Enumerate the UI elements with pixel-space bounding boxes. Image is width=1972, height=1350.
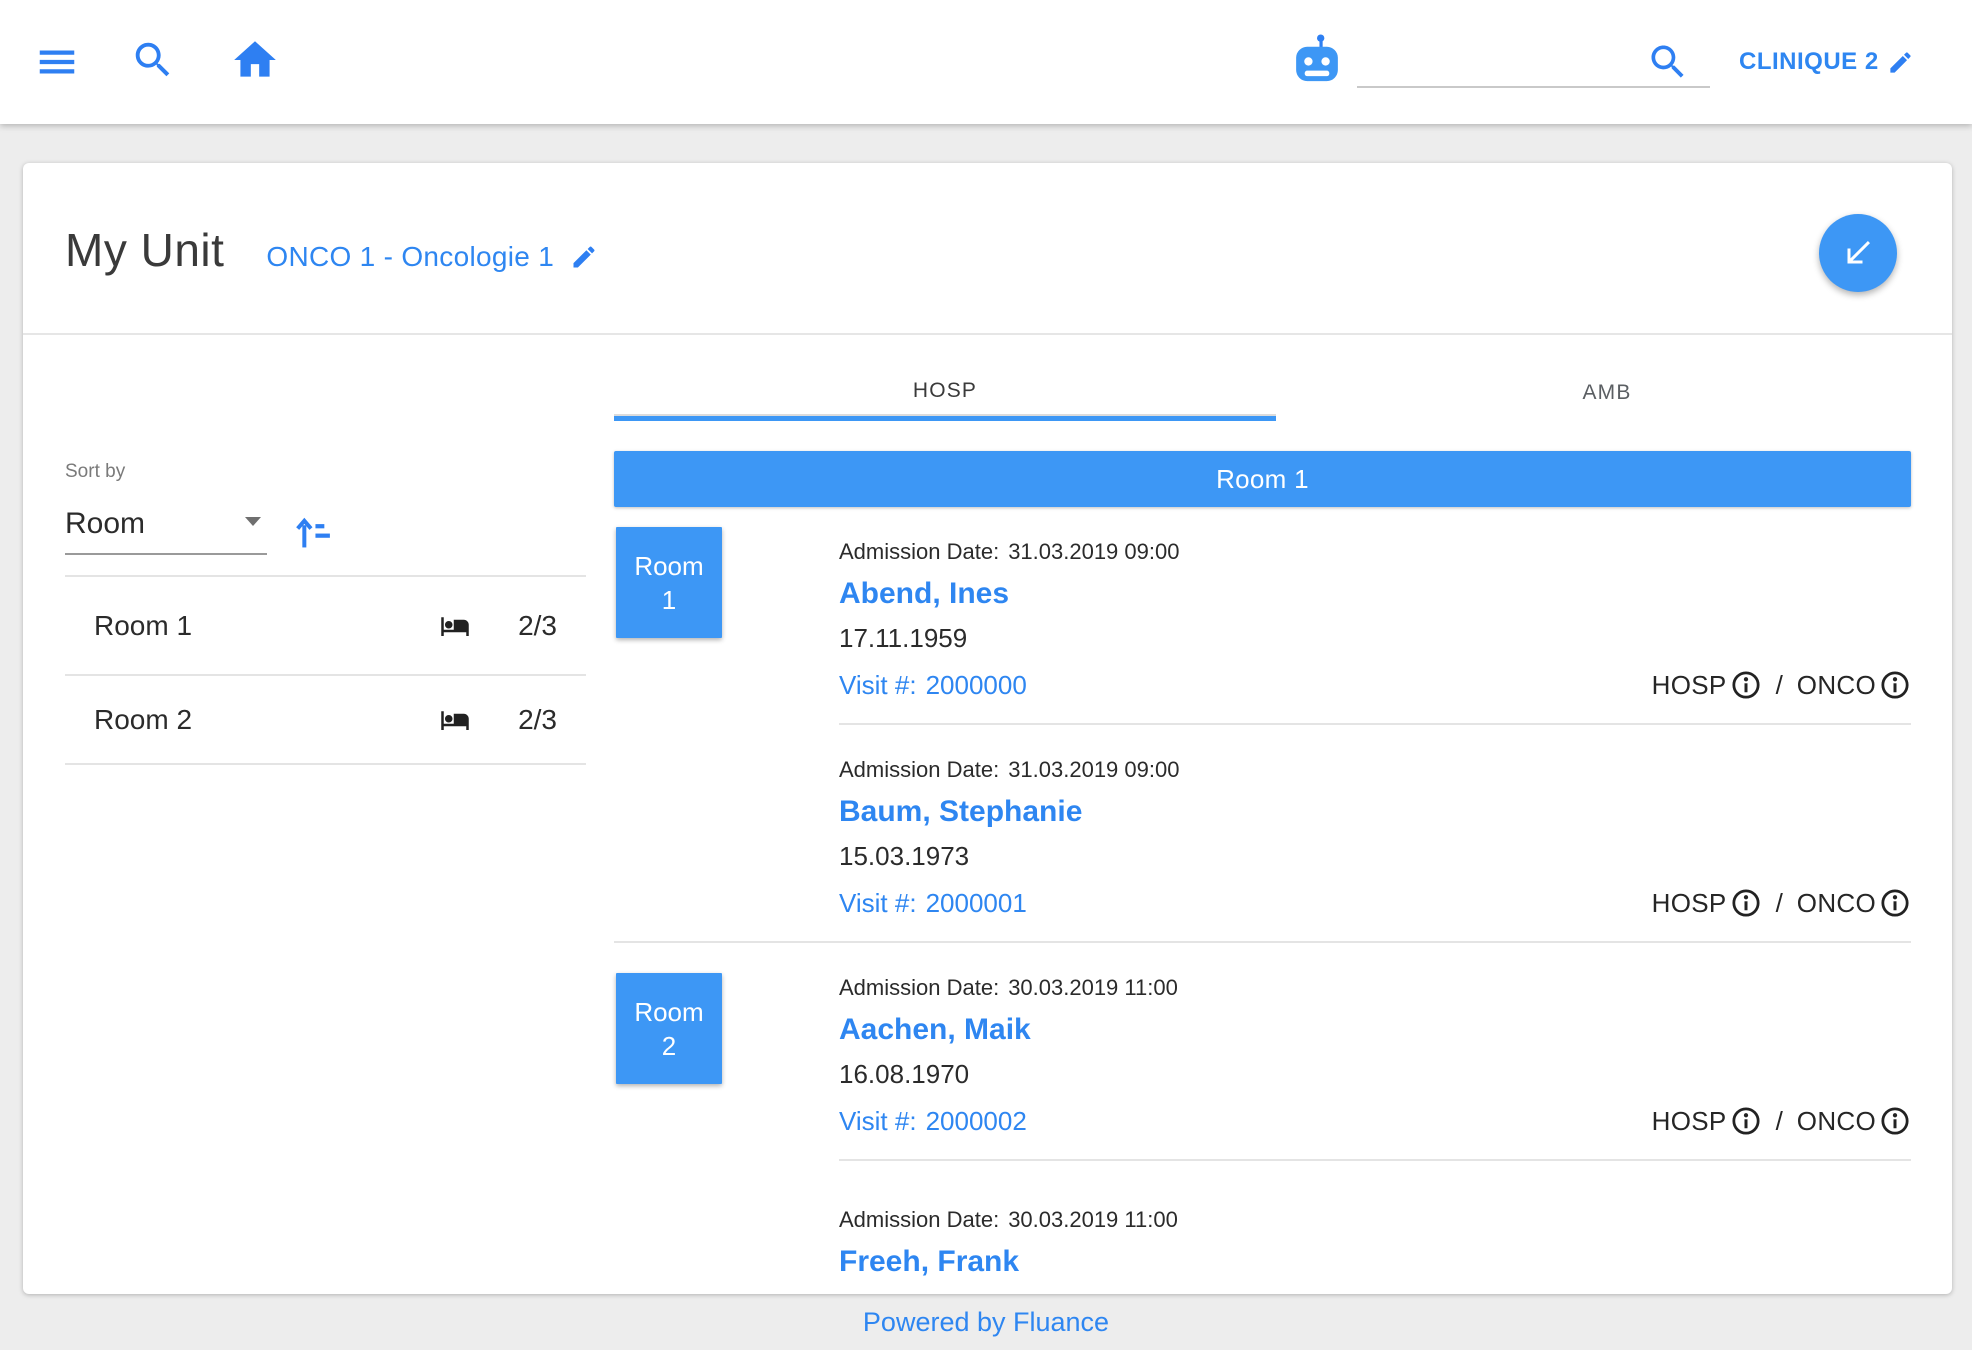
- hamburger-menu-icon[interactable]: [34, 39, 80, 85]
- home-icon[interactable]: [230, 35, 280, 85]
- patient-name-link[interactable]: Baum, Stephanie: [839, 797, 1911, 827]
- room-occupancy: 2/3: [511, 610, 557, 642]
- room-list-item-room-2[interactable]: Room 2 2/3: [65, 674, 586, 765]
- unit-label: ONCO 1 - Oncologie 1: [266, 241, 554, 273]
- search-icon[interactable]: [130, 37, 176, 83]
- room-group-header-label: Room 1: [1216, 464, 1309, 495]
- visit-label: Visit #:: [839, 888, 917, 918]
- visit-label: Visit #:: [839, 1106, 917, 1136]
- sort-ascending-button[interactable]: [291, 513, 331, 553]
- sort-field-select[interactable]: Room: [65, 507, 267, 555]
- collapse-fab-button[interactable]: [1819, 214, 1897, 292]
- patient-entry: Admission Date: 31.03.2019 09:00 Abend, I…: [839, 507, 1911, 725]
- onco-info-icon[interactable]: [1879, 669, 1911, 701]
- admission-date-label: Admission Date:: [839, 757, 999, 782]
- room-tile-number: 1: [662, 583, 676, 617]
- top-app-bar: CLINIQUE 2: [0, 0, 1972, 124]
- my-unit-card: My Unit ONCO 1 - Oncologie 1 Sort by Roo…: [23, 163, 1952, 1294]
- room-tile-room-1[interactable]: Room 1: [616, 527, 722, 638]
- room-tile-column: Room 1: [614, 507, 839, 941]
- tag-onco: ONCO: [1797, 888, 1876, 919]
- visit-number-value: 2000001: [926, 888, 1027, 918]
- visit-number-value: 2000000: [926, 670, 1027, 700]
- clinic-label: CLINIQUE 2: [1739, 48, 1879, 76]
- bed-icon: [440, 611, 470, 641]
- admission-date-value: 31.03.2019 09:00: [1008, 757, 1179, 782]
- tag-separator: /: [1776, 888, 1783, 919]
- tab-bar: HOSP AMB: [614, 365, 1938, 421]
- clinic-switcher[interactable]: CLINIQUE 2: [1739, 0, 1914, 124]
- tag-onco: ONCO: [1797, 1106, 1876, 1137]
- room-tile-label: Room: [634, 995, 703, 1029]
- visit-tags: HOSP / ONCO: [1652, 887, 1911, 919]
- arrow-down-left-icon: [1840, 235, 1876, 271]
- hosp-info-icon[interactable]: [1730, 669, 1762, 701]
- caret-down-icon: [245, 517, 261, 526]
- tag-hosp: HOSP: [1652, 1106, 1727, 1137]
- hosp-info-icon[interactable]: [1730, 1105, 1762, 1137]
- sort-field-value: Room: [65, 507, 145, 541]
- admission-date-value: 30.03.2019 11:00: [1008, 1207, 1178, 1232]
- visit-number-value: 2000002: [926, 1106, 1027, 1136]
- page-footer: Powered by Fluance: [0, 1294, 1972, 1350]
- edit-unit-pencil-icon[interactable]: [570, 243, 598, 271]
- powered-by-link[interactable]: Powered by Fluance: [863, 1307, 1109, 1338]
- room-sidebar: Sort by Room Room 1 2/3: [65, 335, 586, 765]
- patient-entry: Admission Date: 30.03.2019 11:00 Freeh, F…: [839, 1161, 1911, 1294]
- room-tile-room-2[interactable]: Room 2: [616, 973, 722, 1084]
- admission-date-label: Admission Date:: [839, 1207, 999, 1232]
- admission-date-value: 30.03.2019 11:00: [1008, 975, 1178, 1000]
- page-title: My Unit: [65, 223, 224, 277]
- patient-name-link[interactable]: Aachen, Maik: [839, 1015, 1911, 1045]
- sort-by-label: Sort by: [65, 461, 586, 483]
- visit-label: Visit #:: [839, 670, 917, 700]
- tab-hosp[interactable]: HOSP: [614, 365, 1276, 421]
- admission-date-label: Admission Date:: [839, 975, 999, 1000]
- onco-info-icon[interactable]: [1879, 887, 1911, 919]
- admission-date-value: 31.03.2019 09:00: [1008, 539, 1179, 564]
- visit-tags: HOSP / ONCO: [1652, 1105, 1911, 1137]
- tag-onco: ONCO: [1797, 670, 1876, 701]
- room-group-2: Room 2 Admission Date: 30.03.2019 11:00 A…: [614, 943, 1911, 1294]
- patient-panel: HOSP AMB Room 1 Room 1 Admission Date: 31…: [614, 335, 1938, 1294]
- onco-info-icon[interactable]: [1879, 1105, 1911, 1137]
- room-group-1: Room 1 Admission Date: 31.03.2019 09:00 A…: [614, 507, 1911, 941]
- tag-hosp: HOSP: [1652, 888, 1727, 919]
- tag-separator: /: [1776, 670, 1783, 701]
- room-list: Room 1 2/3 Room 2 2/3: [65, 575, 586, 765]
- room-tile-column: Room 2: [614, 943, 839, 1294]
- room-name: Room 1: [94, 610, 440, 642]
- patient-dob: 17.11.1959: [839, 625, 1911, 651]
- room-tile-number: 2: [662, 1029, 676, 1063]
- robot-assistant-icon[interactable]: [1290, 32, 1344, 86]
- tab-amb[interactable]: AMB: [1276, 365, 1938, 421]
- visit-number-link[interactable]: Visit #: 2000001: [839, 888, 1027, 919]
- room-name: Room 2: [94, 704, 440, 736]
- edit-clinic-pencil-icon[interactable]: [1887, 49, 1914, 76]
- tag-separator: /: [1776, 1106, 1783, 1137]
- visit-number-link[interactable]: Visit #: 2000002: [839, 1106, 1027, 1137]
- visit-number-link[interactable]: Visit #: 2000000: [839, 670, 1027, 701]
- patient-dob: 15.03.1973: [839, 843, 1911, 869]
- hosp-info-icon[interactable]: [1730, 887, 1762, 919]
- bed-icon: [440, 705, 470, 735]
- patient-entry: Admission Date: 30.03.2019 11:00 Aachen, …: [839, 943, 1911, 1161]
- admission-date-label: Admission Date:: [839, 539, 999, 564]
- patient-dob: 16.08.1970: [839, 1061, 1911, 1087]
- tag-hosp: HOSP: [1652, 670, 1727, 701]
- visit-tags: HOSP / ONCO: [1652, 669, 1911, 701]
- patient-name-link[interactable]: Abend, Ines: [839, 579, 1911, 609]
- room-list-item-room-1[interactable]: Room 1 2/3: [65, 575, 586, 674]
- patient-name-link[interactable]: Freeh, Frank: [839, 1247, 1911, 1277]
- room-occupancy: 2/3: [511, 704, 557, 736]
- card-header: My Unit ONCO 1 - Oncologie 1: [23, 163, 1952, 335]
- room-group-header: Room 1: [614, 451, 1911, 507]
- unit-selector[interactable]: ONCO 1 - Oncologie 1: [266, 241, 598, 273]
- room-tile-label: Room: [634, 549, 703, 583]
- search-submit-icon[interactable]: [1646, 40, 1690, 84]
- patient-entry: Admission Date: 31.03.2019 09:00 Baum, St…: [839, 725, 1911, 941]
